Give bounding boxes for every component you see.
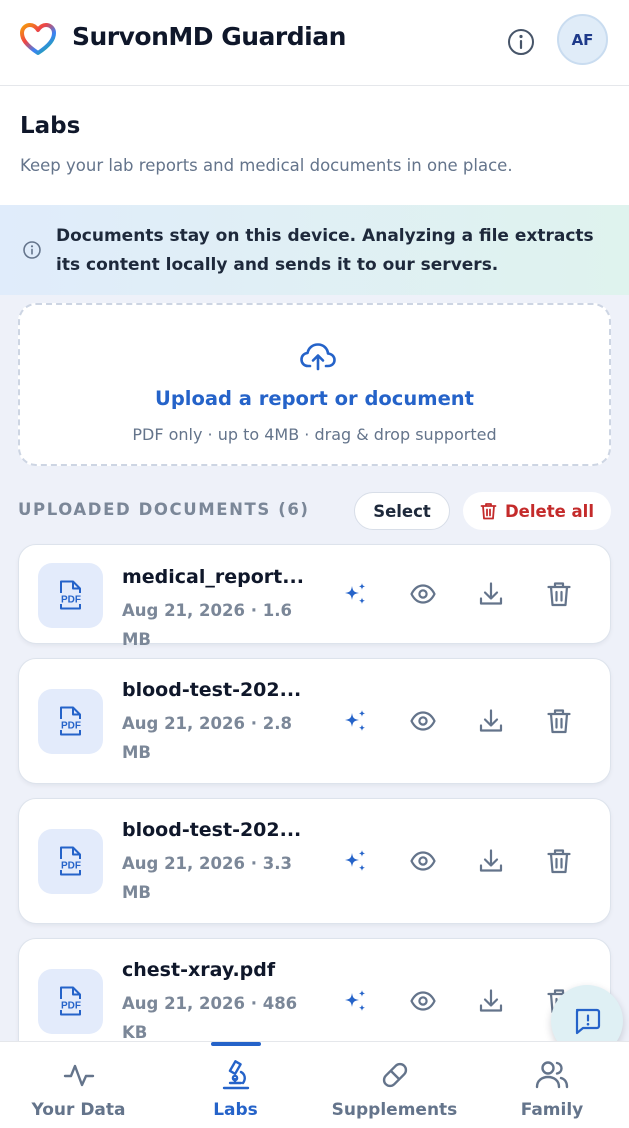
eye-icon [410,584,436,604]
analyze-button[interactable] [339,845,371,877]
download-button[interactable] [475,705,507,737]
message-alert-icon [575,1008,601,1035]
info-icon [23,241,41,259]
download-button[interactable] [475,985,507,1017]
trash-icon [547,849,571,874]
pdf-file-icon: PDF [58,580,84,610]
document-name: blood-test-202... [122,679,302,701]
document-meta: Aug 21, 2026 · 2.8 MB [122,714,292,762]
document-meta: Aug 21, 2026 · 486 KB [122,994,298,1041]
document-name: blood-test-202... [122,819,302,841]
svg-text:PDF: PDF [61,721,81,732]
download-icon [479,709,503,732]
pdf-thumbnail: PDF [38,689,103,754]
banner-text: Documents stay on this device. Analyzing… [56,226,594,275]
nav-item-your-data[interactable]: Your Data [0,1042,157,1128]
trash-icon [480,503,497,520]
download-icon [479,989,503,1012]
svg-text:PDF: PDF [61,861,81,872]
document-name: chest-xray.pdf [122,959,276,981]
pdf-file-icon: PDF [58,986,84,1016]
nav-item-supplements[interactable]: Supplements [314,1042,475,1128]
select-button[interactable]: Select [354,492,450,530]
pdf-file-icon: PDF [58,846,84,876]
pdf-file-icon: PDF [58,706,84,736]
document-meta: Aug 21, 2026 · 3.3 MB [122,854,292,902]
heart-logo-icon [20,23,56,55]
delete-button[interactable] [543,845,575,877]
document-card[interactable]: PDF medical_report... Aug 21, 2026 · 1.6… [18,544,611,649]
privacy-banner: Documents stay on this device. Analyzing… [0,205,629,295]
view-button[interactable] [407,705,439,737]
sparkles-icon [345,710,366,731]
pill-icon [382,1062,407,1088]
active-tab-indicator [210,1042,261,1046]
activity-icon [63,1064,94,1087]
nav-label: Labs [213,1100,258,1120]
view-button[interactable] [407,845,439,877]
delete-button[interactable] [543,578,575,610]
app-title: SurvonMD Guardian [72,22,346,51]
document-meta: Aug 21, 2026 · 1.6 MB [122,601,292,649]
content-area: Upload a report or document PDF only · u… [0,295,629,1041]
pdf-thumbnail: PDF [38,829,103,894]
microscope-icon [222,1060,249,1090]
download-icon [479,849,503,872]
analyze-button[interactable] [339,705,371,737]
delete-button[interactable] [543,705,575,737]
nav-item-family[interactable]: Family [475,1042,629,1128]
svg-text:PDF: PDF [61,1001,81,1012]
document-card[interactable]: PDF blood-test-202... Aug 21, 2026 · 2.8… [18,658,611,784]
info-icon[interactable] [506,27,536,57]
view-button[interactable] [407,578,439,610]
view-button[interactable] [407,985,439,1017]
delete-all-button[interactable]: Delete all [463,492,611,530]
trash-icon [547,582,571,607]
upload-title: Upload a report or document [155,387,474,410]
sparkles-icon [345,583,366,604]
nav-label: Supplements [331,1100,458,1120]
upload-dropzone[interactable]: Upload a report or document PDF only · u… [18,303,611,466]
trash-icon [547,709,571,734]
nav-item-labs[interactable]: Labs [157,1042,314,1128]
pdf-thumbnail: PDF [38,563,103,628]
page-title: Labs [20,113,81,139]
users-icon [535,1061,569,1089]
sparkles-icon [345,990,366,1011]
upload-subtitle: PDF only · up to 4MB · drag & drop suppo… [132,425,497,444]
app-header: SurvonMD Guardian AF [0,0,629,86]
delete-all-label: Delete all [504,501,594,521]
download-icon [479,582,503,605]
svg-text:PDF: PDF [61,595,81,606]
nav-label: Family [520,1100,584,1120]
document-card[interactable]: PDF chest-xray.pdf Aug 21, 2026 · 486 KB [18,938,611,1041]
pdf-thumbnail: PDF [38,969,103,1034]
eye-icon [410,711,436,731]
sparkles-icon [345,850,366,871]
avatar[interactable]: AF [557,14,608,65]
section-label: UPLOADED DOCUMENTS (6) [18,500,310,519]
download-button[interactable] [475,845,507,877]
page-subtitle: Keep your lab reports and medical docume… [20,156,513,175]
analyze-button[interactable] [339,578,371,610]
eye-icon [410,991,436,1011]
eye-icon [410,851,436,871]
analyze-button[interactable] [339,985,371,1017]
document-card[interactable]: PDF blood-test-202... Aug 21, 2026 · 3.3… [18,798,611,924]
download-button[interactable] [475,578,507,610]
bottom-navigation: Your Data Labs Supplements Family [0,1041,629,1128]
cloud-upload-icon [300,343,336,371]
nav-label: Your Data [31,1100,126,1120]
document-name: medical_report... [122,566,304,588]
